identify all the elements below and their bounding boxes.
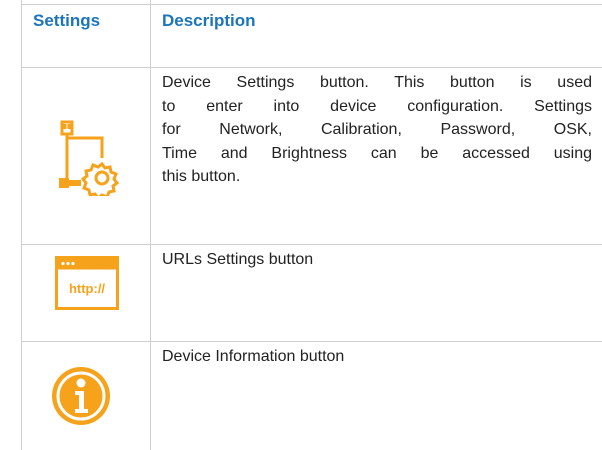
description-line: Device Settings button. This button is u…: [162, 74, 592, 91]
table-column-divider: [150, 0, 151, 450]
settings-table: Settings Description Device Settings but…: [21, 0, 602, 450]
table-row-divider: [21, 67, 602, 68]
description-line: Time and Brightness can be accessed usin…: [162, 144, 592, 162]
description-line: to enter into device configuration. Sett…: [162, 97, 592, 115]
http-label: http://: [69, 281, 105, 296]
table-border-top: [21, 4, 602, 5]
description-line: Device Information button: [162, 348, 345, 365]
table-border-left: [21, 0, 22, 450]
table-row-divider: [21, 341, 602, 342]
column-header-settings: Settings: [33, 11, 101, 30]
description-line: this button.: [162, 168, 241, 185]
device-settings-description: Device Settings button. This button is u…: [162, 71, 592, 189]
device-settings-icon: [55, 120, 119, 196]
info-icon: [51, 365, 111, 427]
device-information-description: Device Information button: [162, 345, 344, 369]
urls-settings-description: URLs Settings button: [162, 248, 313, 272]
description-line: for Network, Calibration, Password, OSK,: [162, 121, 592, 138]
column-header-description: Description: [162, 11, 256, 30]
table-row-divider: [21, 244, 602, 245]
urls-settings-icon: http://: [55, 256, 119, 310]
description-line: URLs Settings button: [162, 251, 314, 268]
